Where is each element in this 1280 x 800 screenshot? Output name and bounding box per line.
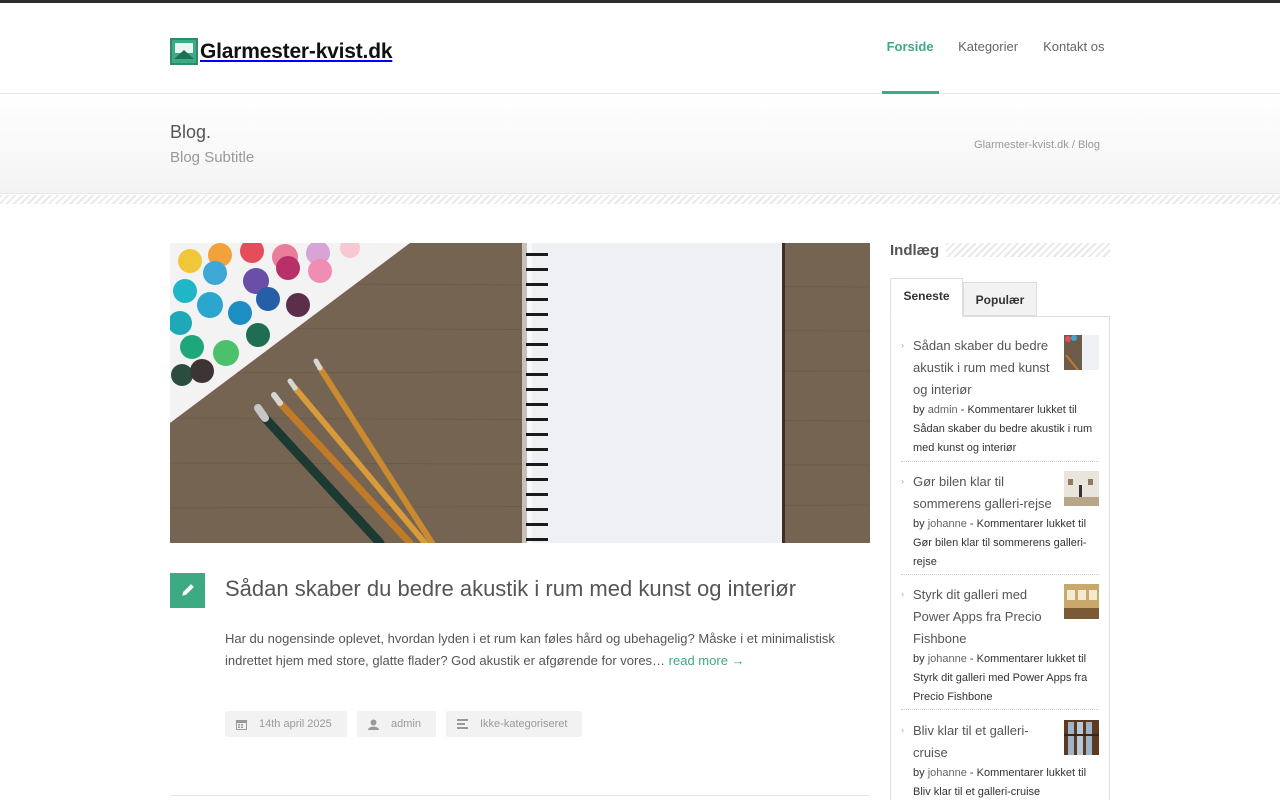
pencil-icon xyxy=(170,573,205,608)
image-icon xyxy=(170,38,198,65)
sidebar-post-thumbnail[interactable] xyxy=(1064,471,1099,506)
chevron-right-icon: › xyxy=(901,476,904,486)
post-featured-image[interactable] xyxy=(170,243,870,543)
breadcrumb-home[interactable]: Glarmester-kvist.dk xyxy=(974,139,1069,151)
user-icon xyxy=(368,719,379,730)
sidebar-post-link[interactable]: Bliv klar til et galleri-cruise xyxy=(913,720,1058,764)
sidebar-post-link[interactable]: Styrk dit galleri med Power Apps fra Pre… xyxy=(913,584,1058,650)
page-title-bar: Blog. Blog Subtitle Glarmester-kvist.dk … xyxy=(0,94,1280,194)
tab-seneste[interactable]: Seneste xyxy=(890,278,963,317)
list-item: › Bliv klar til et galleri-cruise by joh… xyxy=(901,720,1099,800)
category-icon xyxy=(457,719,468,729)
sidebar-post-by: by xyxy=(913,404,925,416)
post-excerpt: Har du nogensinde oplevet, hvordan lyden… xyxy=(225,628,870,672)
sidebar-post-link[interactable]: Sådan skaber du bedre akustik i rum med … xyxy=(913,335,1058,401)
logo-text: Glarmester-kvist.dk xyxy=(200,39,393,63)
post-date-text: 14th april 2025 xyxy=(259,718,332,730)
post-title[interactable]: Sådan skaber du bedre akustik i rum med … xyxy=(225,576,870,602)
calendar-icon xyxy=(236,719,247,730)
page-subtitle: Blog Subtitle xyxy=(170,149,255,166)
site-header: Glarmester-kvist.dk Forside Kategorier K… xyxy=(0,3,1280,94)
main-nav: Forside Kategorier Kontakt os xyxy=(875,3,1117,94)
nav-item-forside[interactable]: Forside xyxy=(881,3,939,94)
sidebar-post-author[interactable]: johanne xyxy=(928,767,967,779)
sidebar-post-meta: by johanne - Kommentarer lukket til Styr… xyxy=(913,650,1099,707)
sidebar-post-thumbnail[interactable] xyxy=(1064,335,1099,370)
stripe-divider xyxy=(0,195,1280,204)
sidebar-post-author[interactable]: johanne xyxy=(928,518,967,530)
tab-populaer[interactable]: Populær xyxy=(963,282,1037,316)
sidebar-post-link[interactable]: Gør bilen klar til sommerens galleri-rej… xyxy=(913,471,1058,515)
sidebar-post-meta: by admin - Kommentarer lukket til Sådan … xyxy=(913,401,1099,458)
nav-item-kategorier[interactable]: Kategorier xyxy=(946,3,1031,94)
breadcrumb-separator: / xyxy=(1071,139,1075,151)
breadcrumb-current: Blog xyxy=(1077,139,1100,151)
post-author-text: admin xyxy=(391,718,421,730)
breadcrumb: Glarmester-kvist.dk / Blog xyxy=(974,139,1100,151)
sidebar-post-by: by xyxy=(913,653,925,665)
sidebar-post-by: by xyxy=(913,518,925,530)
nav-item-kontakt[interactable]: Kontakt os xyxy=(1031,3,1117,94)
sidebar-title: Indlæg xyxy=(890,242,947,259)
sidebar-title-stripes xyxy=(946,243,1110,257)
post-category[interactable]: Ikke-kategoriseret xyxy=(446,711,582,737)
list-item: › Sådan skaber du bedre akustik i rum me… xyxy=(901,335,1099,462)
post-date: 14th april 2025 xyxy=(225,711,347,737)
sidebar-post-by: by xyxy=(913,767,925,779)
list-item: › Styrk dit galleri med Power Apps fra P… xyxy=(901,584,1099,710)
tab-panel-seneste: › Sådan skaber du bedre akustik i rum me… xyxy=(890,316,1110,800)
list-item: › Gør bilen klar til sommerens galleri-r… xyxy=(901,471,1099,575)
read-more-link[interactable]: read more → xyxy=(669,653,745,668)
post-author[interactable]: admin xyxy=(357,711,436,737)
sidebar-post-meta: by johanne - Kommentarer lukket til Gør … xyxy=(913,515,1099,572)
sidebar-post-thumbnail[interactable] xyxy=(1064,720,1099,755)
sidebar-post-author[interactable]: admin xyxy=(928,404,958,416)
page-title: Blog. xyxy=(170,122,212,142)
sidebar-post-meta: by johanne - Kommentarer lukket til Bliv… xyxy=(913,764,1099,800)
chevron-right-icon: › xyxy=(901,725,904,735)
sidebar-post-thumbnail[interactable] xyxy=(1064,584,1099,619)
site-logo[interactable]: Glarmester-kvist.dk xyxy=(170,38,392,65)
sidebar-post-author[interactable]: johanne xyxy=(928,653,967,665)
chevron-right-icon: › xyxy=(901,340,904,350)
chevron-right-icon: › xyxy=(901,589,904,599)
post-category-text: Ikke-kategoriseret xyxy=(480,718,568,730)
post-divider xyxy=(170,795,870,796)
